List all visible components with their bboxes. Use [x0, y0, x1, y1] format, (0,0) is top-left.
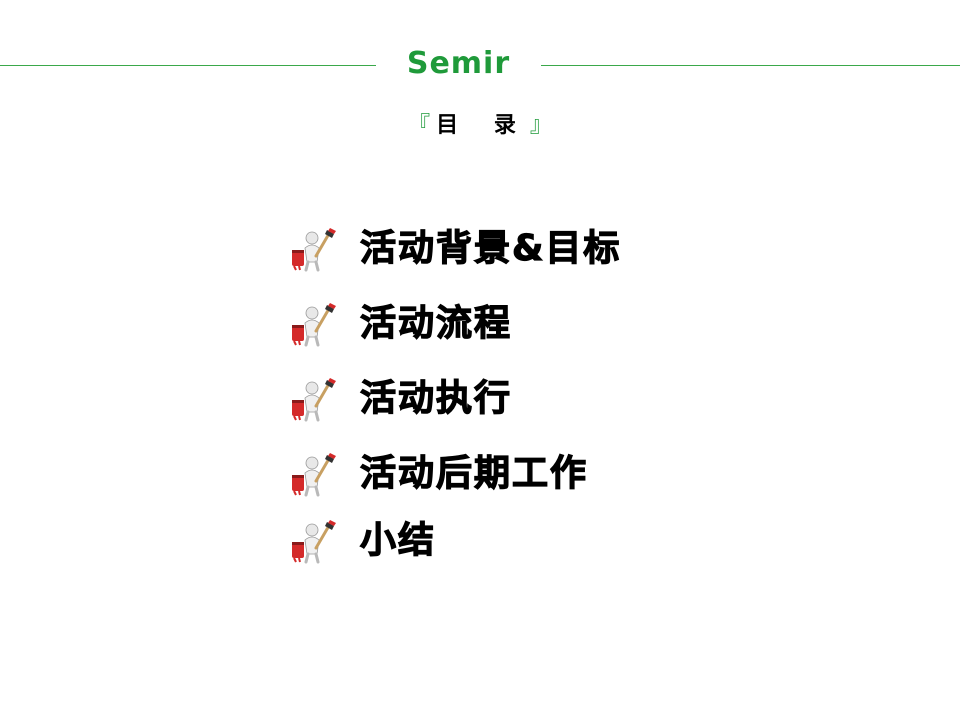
header-rule-right	[541, 65, 960, 66]
toc-title-text: 目 录	[436, 113, 530, 138]
toc-bracket-open: 『	[408, 113, 431, 138]
menu-item-label: 活动背景&目标	[359, 227, 622, 269]
painter-figure-brush-icon	[290, 301, 336, 347]
menu-item-label: 活动后期工作	[359, 452, 589, 494]
menu-item-3[interactable]: 活动执行	[290, 374, 512, 424]
toc-bracket-close: 』	[529, 113, 552, 138]
painter-figure-brush-icon	[290, 518, 336, 564]
menu-item-5[interactable]: 小结	[290, 516, 436, 566]
toc-heading: 『目 录』	[380, 108, 580, 144]
menu-item-label: 小结	[359, 519, 437, 561]
painter-figure-brush-icon	[290, 226, 336, 272]
menu-item-1[interactable]: 活动背景&目标	[290, 224, 621, 274]
menu-item-4[interactable]: 活动后期工作	[290, 449, 588, 499]
painter-figure-brush-icon	[290, 376, 336, 422]
brand-logo: Semir	[406, 46, 511, 81]
painter-figure-brush-icon	[290, 451, 336, 497]
menu-item-label: 活动流程	[359, 302, 513, 344]
header-rule-left	[0, 65, 376, 66]
menu-item-label: 活动执行	[359, 377, 513, 419]
menu-item-2[interactable]: 活动流程	[290, 299, 512, 349]
